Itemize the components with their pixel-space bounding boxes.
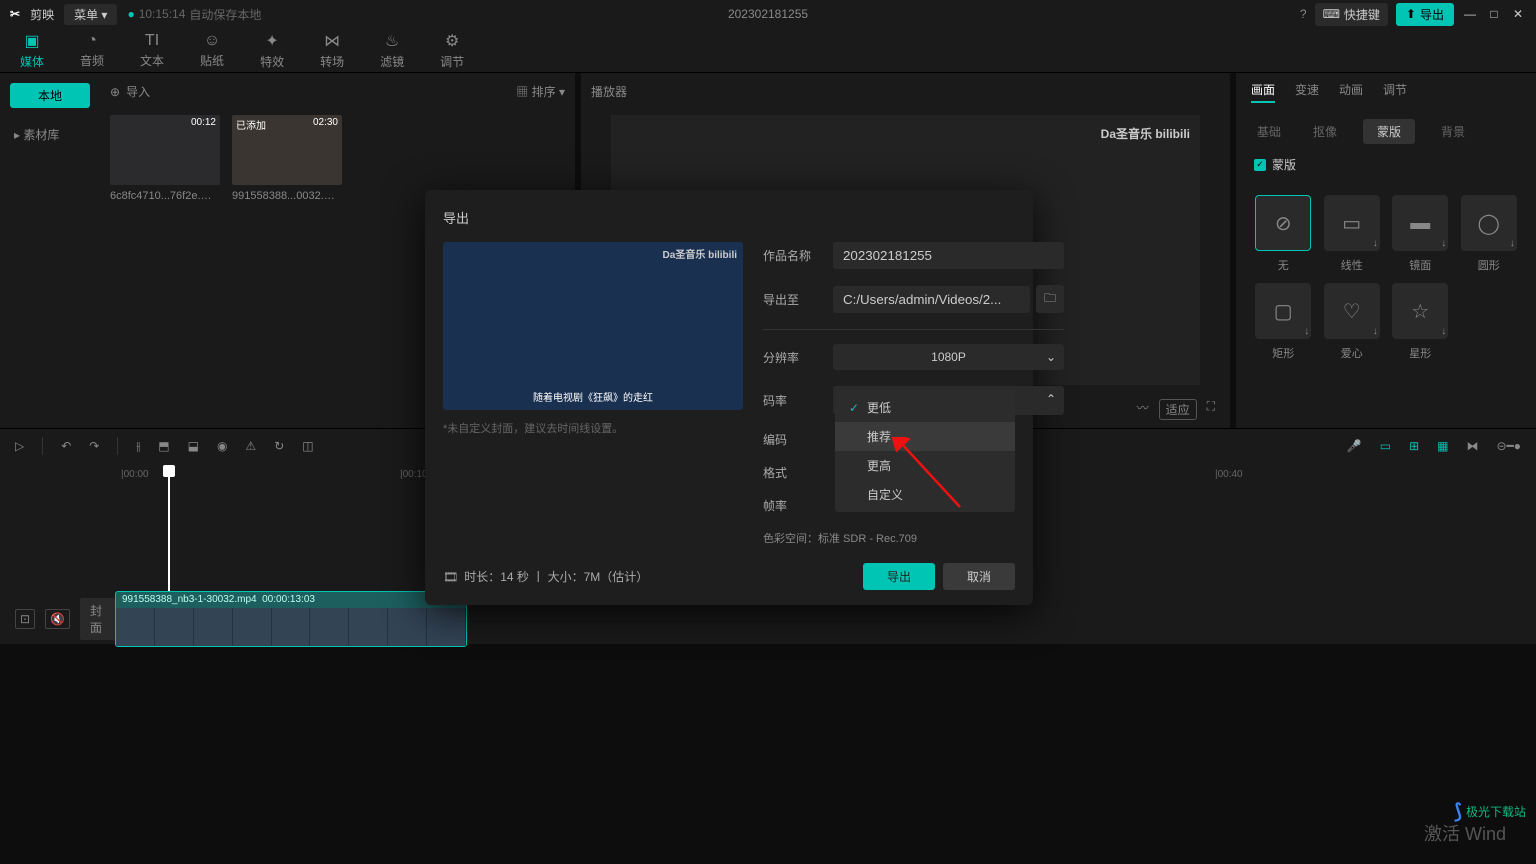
res-value: 1080P: [931, 350, 966, 364]
export-button[interactable]: 导出: [863, 563, 935, 590]
export-modal: 导出 Da圣音乐 bilibili 随着电视剧《狂飙》的走红 *未自定义封面，建…: [425, 190, 1033, 605]
modal-title: 导出: [443, 208, 1015, 227]
opt-lower[interactable]: ✓ 更低: [835, 393, 1015, 422]
info-text: 时长：14 秒 丨 大小：7M（估计）: [464, 568, 648, 585]
path-label: 导出至: [763, 291, 833, 308]
resolution-select[interactable]: 1080P ⌄: [833, 344, 1064, 370]
opt-label: 自定义: [867, 486, 903, 503]
export-info: 🎞 时长：14 秒 丨 大小：7M（估计）: [443, 568, 648, 585]
name-input[interactable]: [833, 242, 1064, 269]
opt-recommend[interactable]: 推荐: [835, 422, 1015, 451]
path-input[interactable]: [833, 286, 1030, 313]
enc-label: 编码: [763, 431, 833, 448]
bitrate-dropdown: ✓ 更低 推荐 更高 自定义: [835, 390, 1015, 512]
activate-windows: 激活 Wind: [1424, 820, 1506, 846]
colorspace-text: 色彩空间：标准 SDR - Rec.709: [763, 530, 1064, 546]
watermark-text: 极光下载站: [1466, 803, 1526, 820]
film-icon: 🎞: [443, 570, 458, 584]
chevron-up-icon: ⌃: [1046, 392, 1056, 406]
chevron-down-icon: ⌄: [1046, 350, 1056, 364]
preview-overlay: Da圣音乐 bilibili: [663, 246, 737, 261]
opt-higher[interactable]: 更高: [835, 451, 1015, 480]
opt-custom[interactable]: 自定义: [835, 480, 1015, 509]
rate-label: 码率: [763, 392, 833, 409]
preview-subtitle: 随着电视剧《狂飙》的走红: [443, 389, 743, 404]
opt-label: 更高: [867, 457, 891, 474]
check-icon: ✓: [849, 401, 859, 415]
fmt-label: 格式: [763, 464, 833, 481]
fps-label: 帧率: [763, 497, 833, 514]
cover-hint: *未自定义封面，建议去时间线设置。: [443, 420, 743, 436]
opt-label: 推荐: [867, 428, 891, 445]
export-preview: Da圣音乐 bilibili 随着电视剧《狂飙》的走红: [443, 242, 743, 410]
folder-icon[interactable]: 🗀: [1036, 285, 1064, 313]
opt-label: 更低: [867, 399, 891, 416]
cancel-button[interactable]: 取消: [943, 563, 1015, 590]
name-label: 作品名称: [763, 247, 833, 264]
res-label: 分辨率: [763, 349, 833, 366]
